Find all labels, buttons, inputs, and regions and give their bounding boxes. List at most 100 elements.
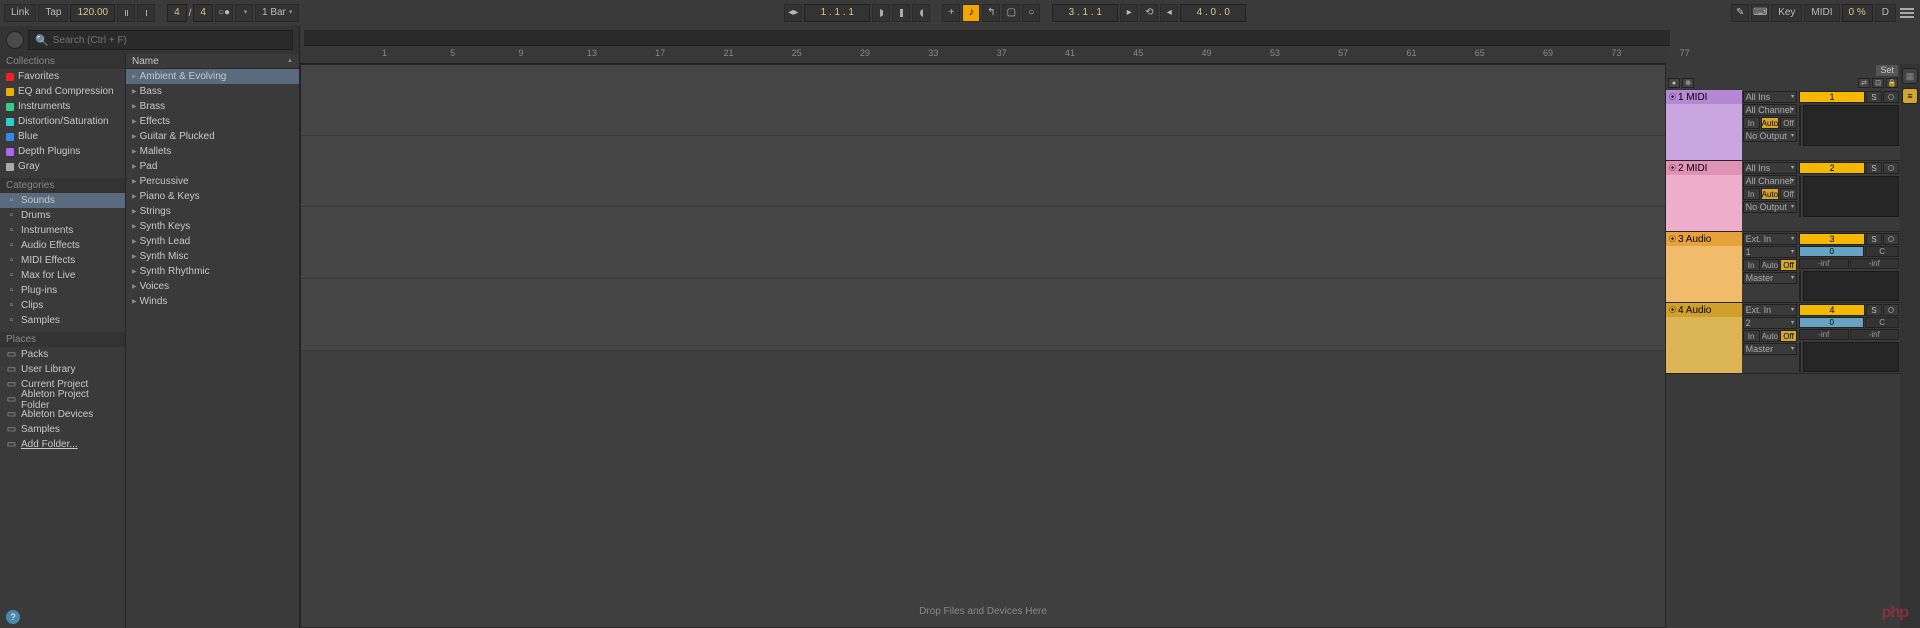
monitor-in-button[interactable]: In	[1743, 259, 1760, 271]
arm-button[interactable]	[1883, 233, 1899, 245]
draw-mode-icon[interactable]: ✎	[1731, 4, 1749, 22]
monitor-auto-button[interactable]: Auto	[1761, 330, 1779, 342]
track-title-bar[interactable]: ⦿ 4 Audio	[1666, 303, 1742, 317]
lock-icon[interactable]: 🔒	[1886, 78, 1898, 88]
send-a[interactable]: -inf	[1799, 258, 1849, 269]
tempo-field[interactable]: 120.00	[70, 4, 115, 22]
category-item[interactable]: ▫Plug-ins	[0, 283, 125, 298]
help-icon[interactable]: ?	[6, 610, 20, 624]
volume-slider[interactable]	[1799, 271, 1801, 301]
monitor-off-button[interactable]: Off	[1780, 259, 1797, 271]
output-select[interactable]: Master	[1743, 343, 1797, 355]
collection-item[interactable]: Instruments	[0, 99, 125, 114]
sound-folder-item[interactable]: ▶Brass	[126, 99, 299, 114]
pan-mode[interactable]: C	[1865, 246, 1899, 257]
disclosure-icon[interactable]: ▶	[132, 193, 137, 200]
sig-numerator[interactable]: 4	[167, 4, 187, 22]
solo-button[interactable]: S	[1866, 91, 1882, 103]
pan-mode[interactable]: C	[1865, 317, 1899, 328]
collection-item[interactable]: Blue	[0, 129, 125, 144]
sound-folder-item[interactable]: ▶Guitar & Plucked	[126, 129, 299, 144]
disclosure-icon[interactable]: ▶	[132, 118, 137, 125]
disclosure-icon[interactable]: ▶	[132, 253, 137, 260]
volume-slider[interactable]	[1799, 176, 1801, 217]
monitor-in-button[interactable]: In	[1743, 117, 1760, 129]
category-item[interactable]: ▫Clips	[0, 298, 125, 313]
track-activator[interactable]: 4	[1799, 304, 1865, 316]
output-select[interactable]: No Output	[1743, 201, 1797, 213]
sound-folder-item[interactable]: ▶Synth Misc	[126, 249, 299, 264]
play-button[interactable]	[872, 4, 890, 22]
sound-folder-item[interactable]: ▶Pad	[126, 159, 299, 174]
output-select[interactable]: Master	[1743, 272, 1797, 284]
sound-folder-item[interactable]: ▶Synth Rhythmic	[126, 264, 299, 279]
automation-arm-icon[interactable]: ♪	[962, 4, 980, 22]
monitor-auto-button[interactable]: Auto	[1761, 259, 1779, 271]
monitor-auto-button[interactable]: Auto	[1761, 188, 1779, 200]
toggle-returns-icon[interactable]: ⇄	[1858, 78, 1870, 88]
collection-item[interactable]: Distortion/Saturation	[0, 114, 125, 129]
search-input[interactable]	[53, 35, 286, 46]
arrangement-position[interactable]: 1 . 1 . 1	[804, 4, 870, 22]
category-item[interactable]: ▫Drums	[0, 208, 125, 223]
track-title-bar[interactable]: ⦿ 3 Audio	[1666, 232, 1742, 246]
input-channel-select[interactable]: 1	[1743, 246, 1797, 258]
metronome-icon[interactable]: ○●	[215, 4, 233, 22]
category-item[interactable]: ▫Samples	[0, 313, 125, 328]
sound-folder-item[interactable]: ▶Synth Keys	[126, 219, 299, 234]
sound-folder-item[interactable]: ▶Percussive	[126, 174, 299, 189]
capture-icon[interactable]: ▢	[1002, 4, 1020, 22]
input-channel-select[interactable]: 2	[1743, 317, 1797, 329]
place-item[interactable]: ▭Samples	[0, 422, 125, 437]
collection-item[interactable]: Depth Plugins	[0, 144, 125, 159]
sound-folder-item[interactable]: ▶Synth Lead	[126, 234, 299, 249]
tap-button[interactable]: Tap	[38, 4, 68, 22]
disclosure-icon[interactable]: ▶	[132, 268, 137, 275]
disclosure-icon[interactable]: ▶	[132, 208, 137, 215]
monitor-auto-button[interactable]: Auto	[1761, 117, 1779, 129]
track-lane[interactable]	[301, 136, 1665, 207]
track-activator[interactable]: 2	[1799, 162, 1865, 174]
sound-folder-item[interactable]: ▶Strings	[126, 204, 299, 219]
disclosure-icon[interactable]: ▶	[132, 223, 137, 230]
input-type-select[interactable]: Ext. In	[1743, 233, 1797, 245]
track-body[interactable]	[1666, 104, 1742, 160]
category-item[interactable]: ▫Max for Live	[0, 268, 125, 283]
solo-button[interactable]: S	[1866, 233, 1882, 245]
category-item[interactable]: ▫MIDI Effects	[0, 253, 125, 268]
loop-length[interactable]: 4 . 0 . 0	[1180, 4, 1246, 22]
metronome-menu[interactable]	[235, 4, 253, 22]
place-item[interactable]: ▭Add Folder...	[0, 437, 125, 452]
loop-start[interactable]: 3 . 1 . 1	[1052, 4, 1118, 22]
send-a[interactable]: -inf	[1799, 329, 1849, 340]
reenabled-automation-icon[interactable]: ↰	[982, 4, 1000, 22]
track-title-bar[interactable]: ⦿ 1 MIDI	[1666, 90, 1742, 104]
track-header[interactable]: ⦿ 1 MIDI All Ins All Channel In Auto Off…	[1666, 90, 1900, 161]
track-body[interactable]	[1666, 317, 1742, 373]
place-item[interactable]: ▭Ableton Project Folder	[0, 392, 125, 407]
track-body[interactable]	[1666, 175, 1742, 231]
sig-denominator[interactable]: 4	[193, 4, 213, 22]
track-header[interactable]: ⦿ 4 Audio Ext. In 2 In Auto Off Master 4…	[1666, 303, 1900, 374]
loop-switch-icon[interactable]: ⟲	[1140, 4, 1158, 22]
timeline-ruler[interactable]: 1591317212529333741454953576165697377	[300, 46, 1666, 64]
arm-button[interactable]	[1883, 162, 1899, 174]
collection-item[interactable]: Gray	[0, 159, 125, 174]
fold-icon[interactable]: ⦿	[1669, 234, 1676, 244]
nudge-up-icon[interactable]	[137, 4, 155, 22]
track-title-bar[interactable]: ⦿ 2 MIDI	[1666, 161, 1742, 175]
sound-folder-item[interactable]: ▶Piano & Keys	[126, 189, 299, 204]
sound-folder-item[interactable]: ▶Effects	[126, 114, 299, 129]
disclosure-icon[interactable]: ▶	[132, 73, 137, 80]
set-button[interactable]: Set	[1876, 65, 1898, 76]
toggle-mixer-icon[interactable]: ⊡	[1872, 78, 1884, 88]
key-map-button[interactable]: Key	[1771, 4, 1802, 22]
name-column-header[interactable]: Name▲	[126, 54, 299, 69]
midi-map-button[interactable]: MIDI	[1804, 4, 1839, 22]
place-item[interactable]: ▭User Library	[0, 362, 125, 377]
sound-folder-item[interactable]: ▶Winds	[126, 294, 299, 309]
disclosure-icon[interactable]: ▶	[132, 238, 137, 245]
disclosure-icon[interactable]: ▶	[132, 298, 137, 305]
input-channel-select[interactable]: All Channel	[1743, 175, 1797, 187]
punch-in-icon[interactable]: ▸	[1120, 4, 1138, 22]
